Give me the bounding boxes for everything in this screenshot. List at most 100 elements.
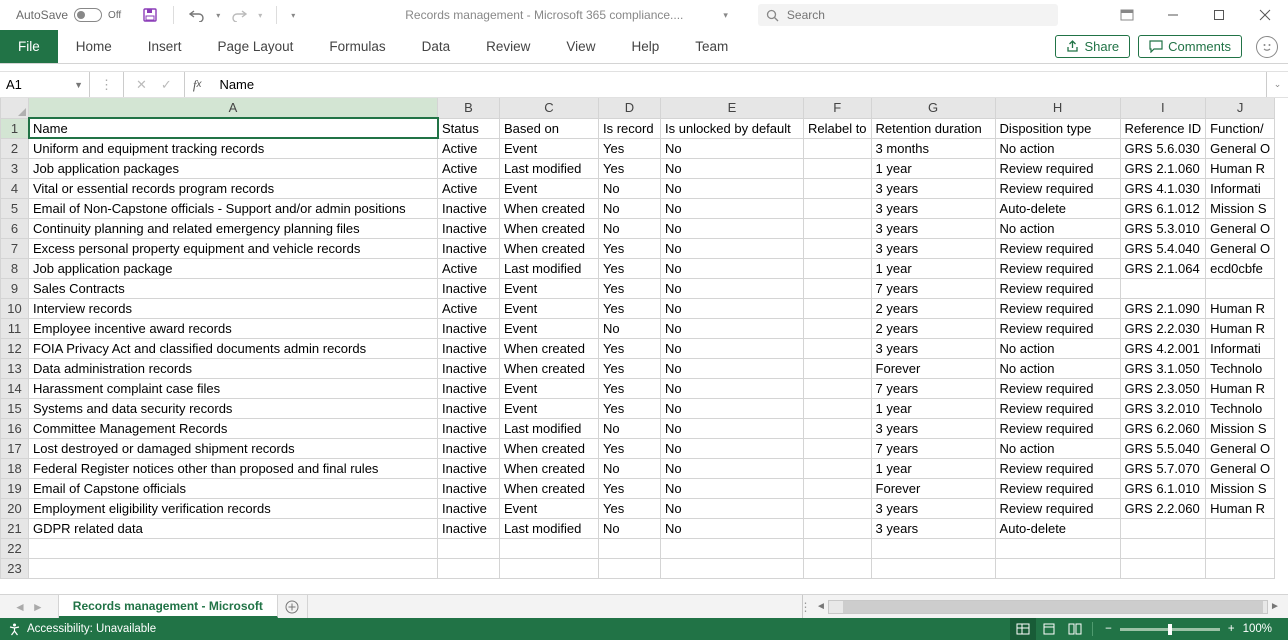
- cell[interactable]: Yes: [599, 438, 661, 458]
- row-header[interactable]: 13: [1, 358, 29, 378]
- cell[interactable]: Lost destroyed or damaged shipment recor…: [29, 438, 438, 458]
- cell[interactable]: [804, 498, 872, 518]
- cell[interactable]: Mission S: [1206, 418, 1275, 438]
- cell[interactable]: Last modified: [500, 258, 599, 278]
- cell[interactable]: Last modified: [500, 158, 599, 178]
- cell[interactable]: GRS 6.1.012: [1120, 198, 1206, 218]
- cell[interactable]: [1120, 538, 1206, 558]
- file-tab[interactable]: File: [0, 30, 58, 63]
- cell[interactable]: Systems and data security records: [29, 398, 438, 418]
- row-header[interactable]: 9: [1, 278, 29, 298]
- cell[interactable]: FOIA Privacy Act and classified document…: [29, 338, 438, 358]
- cell[interactable]: Mission S: [1206, 478, 1275, 498]
- cell[interactable]: Yes: [599, 298, 661, 318]
- cell[interactable]: [804, 138, 872, 158]
- cell[interactable]: Based on: [500, 118, 599, 138]
- cell[interactable]: Event: [500, 298, 599, 318]
- cell[interactable]: Yes: [599, 398, 661, 418]
- zoom-out-button[interactable]: −: [1105, 623, 1112, 635]
- cell[interactable]: Yes: [599, 338, 661, 358]
- cell[interactable]: [804, 518, 872, 538]
- cell[interactable]: No: [599, 418, 661, 438]
- cell[interactable]: Event: [500, 278, 599, 298]
- tab-team[interactable]: Team: [677, 30, 746, 63]
- cell[interactable]: General O: [1206, 218, 1275, 238]
- cell[interactable]: No: [661, 178, 804, 198]
- cell[interactable]: When created: [500, 218, 599, 238]
- cell[interactable]: Inactive: [438, 418, 500, 438]
- view-normal-button[interactable]: [1010, 618, 1036, 640]
- cell[interactable]: Inactive: [438, 438, 500, 458]
- cell[interactable]: [804, 478, 872, 498]
- cell[interactable]: No: [599, 218, 661, 238]
- cell[interactable]: [500, 558, 599, 578]
- cell[interactable]: No: [661, 338, 804, 358]
- cell[interactable]: 3 years: [871, 198, 995, 218]
- cell[interactable]: Is record: [599, 118, 661, 138]
- cell[interactable]: GRS 3.1.050: [1120, 358, 1206, 378]
- row-header[interactable]: 1: [1, 118, 29, 138]
- cell[interactable]: GRS 5.7.070: [1120, 458, 1206, 478]
- cell[interactable]: Retention duration: [871, 118, 995, 138]
- col-header[interactable]: A: [29, 98, 438, 118]
- cell[interactable]: Active: [438, 158, 500, 178]
- row-header[interactable]: 19: [1, 478, 29, 498]
- cell[interactable]: [599, 558, 661, 578]
- cell[interactable]: No: [661, 358, 804, 378]
- cell[interactable]: Yes: [599, 138, 661, 158]
- tab-formulas[interactable]: Formulas: [311, 30, 403, 63]
- cell[interactable]: [804, 258, 872, 278]
- cell[interactable]: No: [661, 258, 804, 278]
- formula-expand-icon[interactable]: ⌄: [1266, 72, 1288, 97]
- tab-insert[interactable]: Insert: [130, 30, 200, 63]
- cell[interactable]: No: [661, 138, 804, 158]
- cell[interactable]: Review required: [995, 378, 1120, 398]
- cell[interactable]: Federal Register notices other than prop…: [29, 458, 438, 478]
- cell[interactable]: Inactive: [438, 398, 500, 418]
- cell[interactable]: Name: [29, 118, 438, 138]
- row-header[interactable]: 2: [1, 138, 29, 158]
- ribbon-display-options-icon[interactable]: [1104, 0, 1150, 30]
- grid-table[interactable]: A B C D E F G H I J 1NameStatusBased onI…: [0, 98, 1275, 579]
- cell[interactable]: Harassment complaint case files: [29, 378, 438, 398]
- cell[interactable]: Event: [500, 178, 599, 198]
- row-header[interactable]: 5: [1, 198, 29, 218]
- cell[interactable]: GRS 2.1.064: [1120, 258, 1206, 278]
- cell[interactable]: When created: [500, 198, 599, 218]
- cell[interactable]: Active: [438, 258, 500, 278]
- cell[interactable]: Vital or essential records program recor…: [29, 178, 438, 198]
- cell[interactable]: No: [599, 198, 661, 218]
- sheet-nav-next-icon[interactable]: ►: [32, 600, 44, 614]
- cell[interactable]: [1206, 278, 1275, 298]
- cell[interactable]: [804, 378, 872, 398]
- cell[interactable]: Informati: [1206, 178, 1275, 198]
- row-header[interactable]: 17: [1, 438, 29, 458]
- save-icon[interactable]: [141, 6, 159, 24]
- cell[interactable]: [804, 198, 872, 218]
- cell[interactable]: [438, 558, 500, 578]
- cell[interactable]: Yes: [599, 258, 661, 278]
- cell[interactable]: GRS 2.1.090: [1120, 298, 1206, 318]
- cell[interactable]: GRS 4.2.001: [1120, 338, 1206, 358]
- cell[interactable]: [871, 558, 995, 578]
- cell[interactable]: [804, 238, 872, 258]
- cell[interactable]: Relabel to: [804, 118, 872, 138]
- cell[interactable]: 3 months: [871, 138, 995, 158]
- cell[interactable]: No: [661, 458, 804, 478]
- cell[interactable]: GRS 5.3.010: [1120, 218, 1206, 238]
- cell[interactable]: [29, 558, 438, 578]
- minimize-button[interactable]: [1150, 0, 1196, 30]
- tab-view[interactable]: View: [548, 30, 613, 63]
- cell[interactable]: Yes: [599, 158, 661, 178]
- cell[interactable]: [804, 278, 872, 298]
- cell[interactable]: 7 years: [871, 278, 995, 298]
- row-header[interactable]: 10: [1, 298, 29, 318]
- cell[interactable]: Last modified: [500, 518, 599, 538]
- cell[interactable]: Inactive: [438, 458, 500, 478]
- autosave-toggle[interactable]: [74, 8, 102, 22]
- cell[interactable]: [804, 218, 872, 238]
- cell[interactable]: Active: [438, 138, 500, 158]
- cell[interactable]: 3 years: [871, 498, 995, 518]
- sheet-nav-prev-icon[interactable]: ◄: [14, 600, 26, 614]
- formula-input[interactable]: [219, 77, 1256, 92]
